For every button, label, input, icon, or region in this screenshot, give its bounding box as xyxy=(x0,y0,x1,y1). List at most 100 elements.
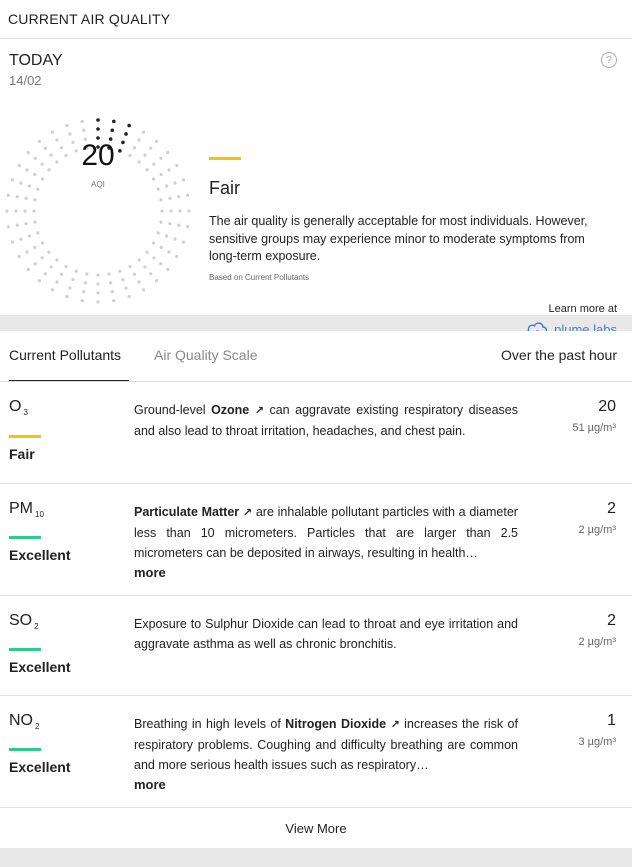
gauge-dot xyxy=(96,300,100,304)
gauge-dot xyxy=(15,223,19,227)
gauge-dot xyxy=(112,299,116,303)
gauge-dot xyxy=(168,196,172,200)
view-more-button[interactable]: View More xyxy=(0,808,632,848)
pollutants-card: Current Pollutants Air Quality Scale Ove… xyxy=(0,331,632,848)
gauge-dot xyxy=(50,130,55,134)
gauge-dot xyxy=(96,282,100,286)
gauge-dot xyxy=(40,162,44,166)
status-color-bar xyxy=(9,648,41,651)
gauge-dot xyxy=(151,241,156,245)
more-link[interactable]: more xyxy=(134,775,518,795)
gauge-dot xyxy=(173,237,177,241)
gauge-dot xyxy=(33,220,37,224)
pollutant-row-no2: NO 2 Excellent Breathing in high levels o… xyxy=(0,696,632,808)
gauge-dot xyxy=(168,222,172,226)
gauge-dot xyxy=(74,269,78,273)
gauge-dot xyxy=(156,231,160,235)
gauge-dot xyxy=(173,181,177,185)
external-link-icon: ↗ xyxy=(254,405,264,417)
gauge-dot xyxy=(80,299,84,303)
gauge-dot xyxy=(137,138,141,142)
gauge-dot xyxy=(55,160,59,164)
nitrogen-dioxide-link[interactable]: Nitrogen Dioxide ↗ xyxy=(285,717,400,731)
gauge-dot xyxy=(110,128,115,133)
gauge-dot xyxy=(112,119,116,124)
level-color-bar xyxy=(209,157,241,160)
timeframe-label: Over the past hour xyxy=(501,347,617,363)
gauge-dot xyxy=(36,187,40,191)
gauge-dot xyxy=(24,222,28,226)
gauge-dot xyxy=(40,256,44,260)
gauge-dot xyxy=(33,156,37,160)
gauge-dot xyxy=(80,119,84,123)
pollutant-aqi-value: 20 xyxy=(598,398,616,415)
gauge-dot xyxy=(107,272,111,276)
gauge-dot xyxy=(23,209,27,213)
gauge-dot xyxy=(145,250,149,254)
pollutant-aqi-value: 1 xyxy=(607,712,616,729)
gauge-dot xyxy=(47,168,51,172)
gauge-dot xyxy=(82,290,86,294)
status-color-bar xyxy=(9,536,41,539)
gauge-dot xyxy=(59,272,64,276)
gauge-dot xyxy=(49,265,53,269)
pollutant-row-o3: O3 Fair Ground-level Ozone ↗ can aggrava… xyxy=(0,382,632,484)
pollutant-concentration: 2 µg/m³ xyxy=(578,636,616,648)
gauge-dot xyxy=(166,150,170,155)
air-quality-level: Fair xyxy=(209,178,240,198)
gauge-dot xyxy=(137,258,141,262)
gauge-dot xyxy=(178,209,182,213)
status-label: Excellent xyxy=(9,759,71,775)
gauge-dot xyxy=(33,245,37,250)
gauge-dot xyxy=(137,160,141,164)
tab-current-pollutants[interactable]: Current Pollutants xyxy=(9,347,129,381)
ozone-link[interactable]: Ozone ↗ xyxy=(211,403,264,417)
gauge-dot xyxy=(83,281,87,285)
tab-air-quality-scale[interactable]: Air Quality Scale xyxy=(154,347,257,381)
gauge-dot xyxy=(159,245,163,250)
gauge-dot xyxy=(186,225,190,229)
aqi-value: 20 xyxy=(81,139,115,172)
gauge-dot xyxy=(25,168,29,172)
today-label: TODAY xyxy=(9,52,63,69)
gauge-dot xyxy=(175,254,179,259)
gauge-dot xyxy=(121,278,125,282)
more-link[interactable]: more xyxy=(134,563,518,583)
aqi-unit: AQI xyxy=(91,180,105,189)
external-link-icon: ↗ xyxy=(242,507,253,519)
gauge-dot xyxy=(141,130,146,134)
gauge-dot xyxy=(141,288,146,292)
pollutant-aqi-value: 2 xyxy=(607,500,616,517)
today-card: TODAY 14/02 ? 20 AQI Fair The air qualit… xyxy=(0,39,632,337)
gauge-dot xyxy=(26,150,30,155)
gauge-dot xyxy=(10,240,15,244)
gauge-dot xyxy=(149,272,153,276)
status-color-bar xyxy=(9,748,41,751)
question-circle-icon[interactable]: ? xyxy=(601,52,617,68)
pollutant-row-pm10: PM 10 Excellent Particulate Matter ↗ are … xyxy=(0,484,632,596)
gauge-dot xyxy=(82,128,86,132)
particulate-matter-link[interactable]: Particulate Matter ↗ xyxy=(134,505,252,519)
pollutant-name: NO 2 xyxy=(9,712,40,731)
pollutant-description: Exposure to Sulphur Dioxide can lead to … xyxy=(134,617,518,651)
pollutant-aqi-value: 2 xyxy=(607,612,616,629)
gauge-dot xyxy=(32,209,36,213)
gauge-dot xyxy=(24,196,28,200)
gauge-dot xyxy=(49,153,53,157)
gauge-dot xyxy=(177,223,181,227)
gauge-dot xyxy=(43,146,47,150)
gauge-dot xyxy=(110,290,114,294)
level-note: Based on Current Pollutants xyxy=(209,273,310,282)
pollutant-tabs: Current Pollutants Air Quality Scale Ove… xyxy=(0,331,632,382)
pollutant-description: Particulate Matter ↗ are inhalable pollu… xyxy=(134,502,518,583)
gauge-dot xyxy=(96,273,100,277)
gauge-dot xyxy=(143,153,147,157)
pollutant-concentration: 51 µg/m³ xyxy=(572,422,616,434)
gauge-dot xyxy=(15,195,19,199)
gauge-dot xyxy=(40,177,45,181)
gauge-dot xyxy=(25,250,29,254)
gauge-dot xyxy=(132,272,137,276)
status-color-bar xyxy=(9,435,41,438)
gauge-dot xyxy=(169,209,173,213)
gauge-dot xyxy=(159,198,163,202)
